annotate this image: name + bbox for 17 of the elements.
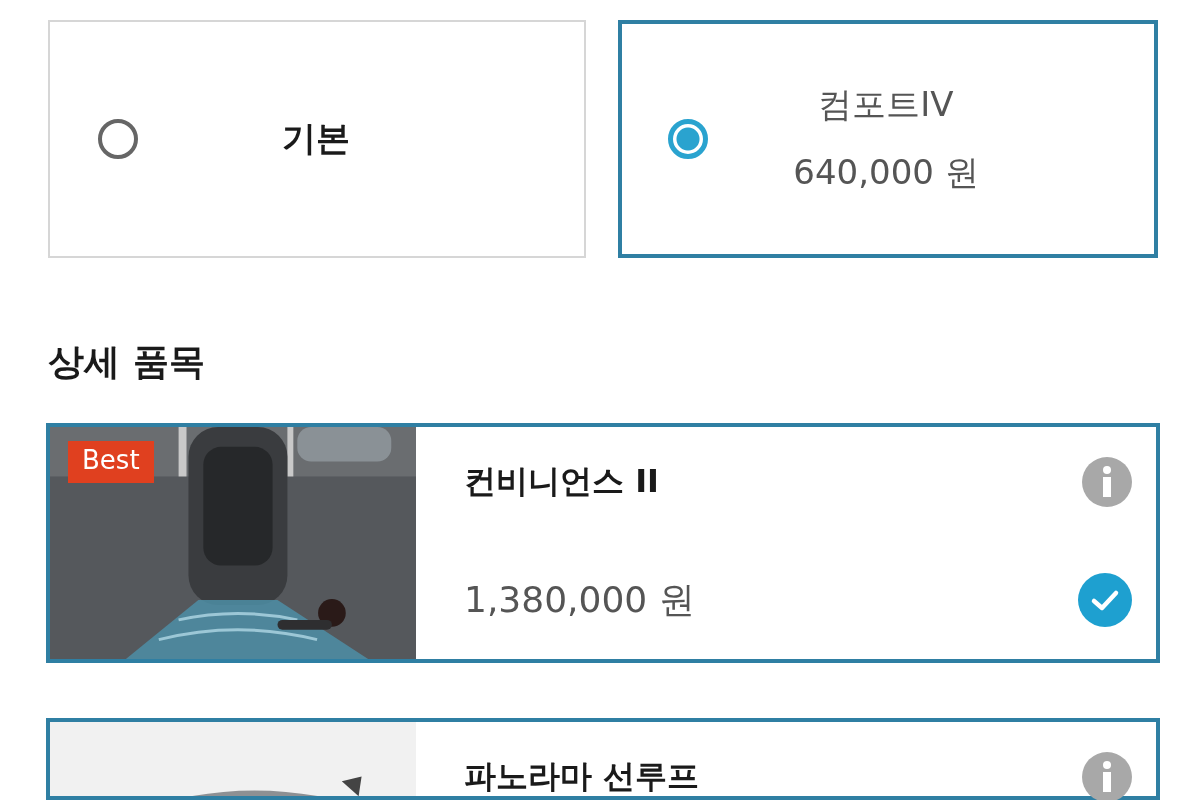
info-icon [1082,457,1132,507]
option-card[interactable]: 파노라마 선루프 [46,718,1160,800]
radio-button[interactable] [668,119,708,159]
trim-name: 기본 [282,117,350,160]
trim-option[interactable]: 기본 [48,20,586,258]
trim-price: 640,000 원 [793,151,979,194]
option-card[interactable]: Best 컨비니언스 II 1,380,000 원 [46,423,1160,663]
checkbox[interactable] [1078,573,1132,627]
item-price: 1,380,000 원 [464,577,695,622]
trim-name: 컴포트IV [818,83,954,126]
item-title: 컨비니언스 II [464,461,659,502]
trim-option[interactable]: 컴포트IV 640,000 원 [618,20,1158,258]
section-heading: 상세 품목 [48,340,206,384]
radio-button[interactable] [98,119,138,159]
best-badge: Best [68,441,154,483]
item-title: 파노라마 선루프 [464,756,700,797]
info-icon [1082,752,1132,800]
